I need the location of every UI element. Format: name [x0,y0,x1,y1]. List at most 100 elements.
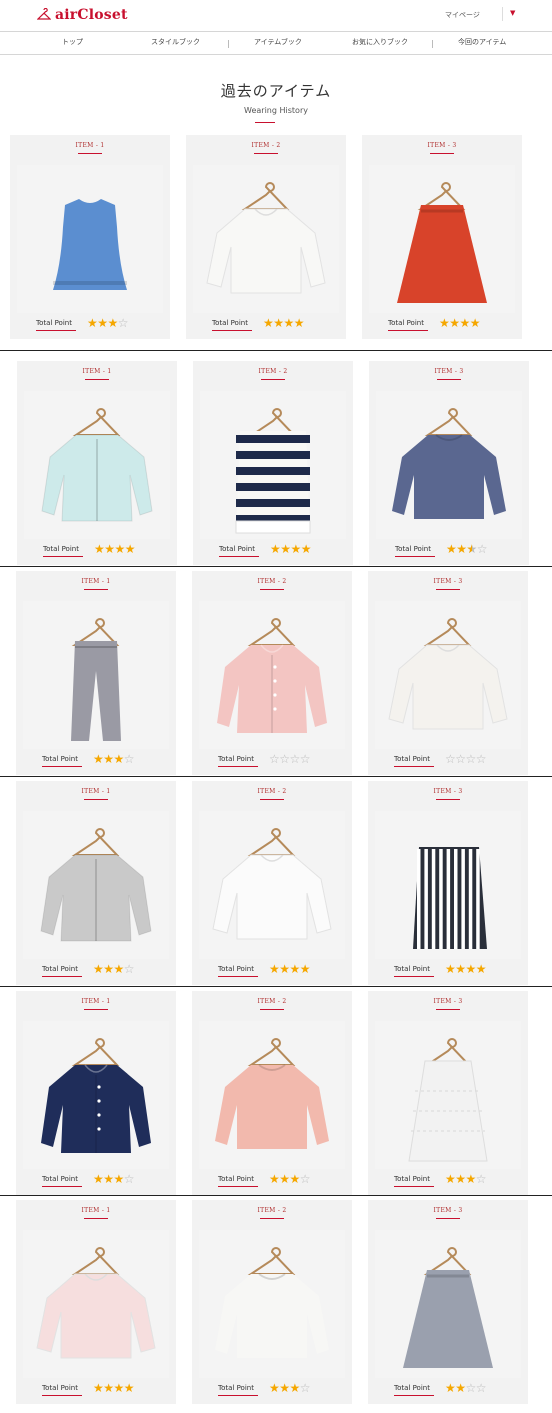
page-subtitle: Wearing History [244,106,308,115]
star-full-icon: ★ [449,316,460,330]
nav-item-stylebook[interactable]: スタイルブック [151,37,200,47]
item-card[interactable]: ITEM - 3 Total Point★★★☆ [368,991,528,1195]
star-rating: ★★★★ [270,542,312,556]
total-point-underline [42,766,82,767]
total-point-underline [42,1395,82,1396]
item-image[interactable] [193,165,339,313]
star-rating: ★★★☆ [93,1172,135,1186]
item-card[interactable]: ITEM - 2 Total Point ★★★☆ [192,991,352,1195]
dropdown-caret-icon[interactable]: ▼ [510,9,515,17]
item-label: ITEM - 2 [257,578,287,585]
item-image[interactable] [23,1021,169,1169]
item-card[interactable]: ITEM - 1 Total Point ★★★☆ [16,781,176,985]
item-image[interactable] [375,1230,521,1378]
item-image[interactable] [199,1230,345,1378]
star-rating: ★★★★ [93,1381,135,1395]
item-image[interactable] [375,1021,521,1169]
star-rating: ★★★★ [94,542,136,556]
total-point-label: Total Point [218,1175,254,1183]
item-card[interactable]: ITEM - 2 Total Point ★★★★ [193,361,353,565]
star-full-icon: ★ [273,316,284,330]
star-full-icon: ★ [97,316,108,330]
star-full-icon: ★ [93,962,104,976]
total-point-label: Total Point [43,545,79,553]
star-full-icon: ★ [465,962,477,976]
star-empty-icon: ☆ [289,752,301,766]
item-card[interactable]: ITEM - 3 Total Point ☆☆☆☆ [368,571,528,775]
total-point-label: Total Point [218,965,254,973]
item-card[interactable]: ITEM - 1 Total Point ★★★★ [16,1200,176,1404]
star-full-icon: ★ [293,316,305,330]
hanger-icon [37,8,51,20]
page-title: 過去のアイテム [220,82,332,100]
item-image[interactable] [17,165,163,313]
item-card[interactable]: ITEM - 2 Total Point ☆☆☆☆ [192,571,352,775]
star-rating: ★★★☆ [269,1172,311,1186]
item-label: ITEM - 1 [81,788,111,795]
item-image[interactable] [23,1230,169,1378]
star-full-icon: ★ [104,542,115,556]
item-label: ITEM - 1 [75,142,105,149]
star-empty-icon: ☆ [123,752,135,766]
item-card[interactable]: ITEM - 2 Total Point ★★★☆ [192,1200,352,1404]
star-full-icon: ★ [93,1172,104,1186]
mypage-link[interactable]: マイページ [445,10,480,20]
item-card[interactable]: ITEM - 3 Total Point ★★☆☆ [368,1200,528,1404]
item-label-underline [78,153,102,154]
item-label-underline [436,1009,460,1010]
item-label-underline [84,589,108,590]
total-point-label: Total Point [42,755,78,763]
item-image[interactable] [199,601,345,749]
total-point-underline [394,766,434,767]
item-card[interactable]: ITEM - 3 Total Point ★★★★ [362,135,522,339]
nav-item-current-items[interactable]: 今回のアイテム [458,37,506,47]
item-image[interactable] [199,1021,345,1169]
star-full-icon: ★ [113,962,125,976]
item-image[interactable] [376,391,522,539]
item-label: ITEM - 3 [433,1207,463,1214]
item-image[interactable] [199,811,345,959]
item-image[interactable] [375,601,521,749]
star-empty-icon: ☆ [476,542,488,556]
star-full-icon: ★ [445,962,456,976]
star-full-icon: ★ [456,542,467,556]
item-card[interactable]: ITEM - 1 Total Point ★★★☆ [16,571,176,775]
star-empty-icon: ☆ [279,752,290,766]
item-card[interactable]: ITEM - 1 Total Point ★★★★ [17,361,177,565]
row-divider [0,776,552,777]
star-full-icon: ★ [475,962,487,976]
star-full-icon: ★ [439,316,450,330]
total-point-underline [212,330,252,331]
item-card[interactable]: ITEM - 2 Total Point ★★★★ [192,781,352,985]
item-label: ITEM - 3 [433,578,463,585]
nav-item-itembook[interactable]: アイテムブック [254,37,302,47]
nav-item-top[interactable]: トップ [62,37,83,47]
item-card[interactable]: ITEM - 1 Total Point ★★★☆ [16,991,176,1195]
item-image[interactable] [24,391,170,539]
item-card[interactable]: ITEM - 1 Total Point ★★★☆ [10,135,170,339]
star-full-icon: ★ [269,1381,280,1395]
item-label: ITEM - 2 [257,1207,287,1214]
item-image[interactable] [23,601,169,749]
item-card[interactable]: ITEM - 3 Total Point★★★☆ [369,361,529,565]
item-image[interactable] [369,165,515,313]
star-full-icon: ★ [455,962,466,976]
item-image[interactable] [23,811,169,959]
item-card[interactable]: ITEM - 2 Total Point ★★★★ [186,135,346,339]
star-full-icon: ★ [290,542,302,556]
item-card[interactable]: ITEM - 3 Total Point ★★★★ [368,781,528,985]
total-point-label: Total Point [36,319,72,327]
total-point-underline [394,1395,434,1396]
item-label-underline [436,589,460,590]
star-empty-icon: ☆ [465,1381,477,1395]
item-image[interactable] [200,391,346,539]
item-image[interactable] [375,811,521,959]
star-full-icon: ★ [113,1381,125,1395]
total-point-label: Total Point [42,1384,78,1392]
nav-item-favorite-book[interactable]: お気に入りブック [352,37,408,47]
aircloset-logo[interactable]: airCloset [37,7,128,23]
total-point-underline [42,976,82,977]
star-full-icon: ★ [87,316,98,330]
star-empty-icon: ☆ [123,962,135,976]
star-rating: ☆☆☆☆ [269,752,311,766]
